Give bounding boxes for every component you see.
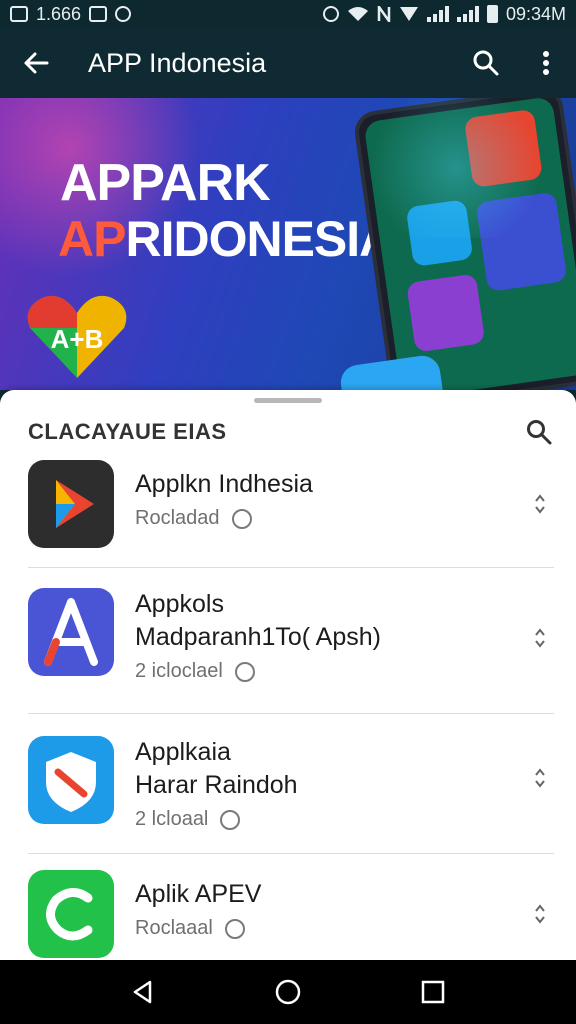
bottom-sheet: CLACAYAUE EIAS Applkn Indhesia Rocladad [0, 390, 576, 960]
status-icon [224, 918, 245, 939]
drag-handle[interactable] [254, 398, 322, 403]
item-more-button[interactable] [528, 626, 552, 650]
app-text: Applkn Indhesia Rocladad [135, 468, 313, 530]
item-more-button[interactable] [528, 766, 552, 790]
chevron-updown-icon [535, 494, 545, 514]
signal-icon [399, 7, 418, 21]
app-text: Aplik APEV Roclaaal [135, 878, 261, 940]
play-diamond-icon [28, 460, 114, 548]
navigation-bar [0, 960, 576, 1024]
app-text: Applkaia Harar Raindoh 2 lcloaal [135, 736, 298, 831]
app-meta: Roclaaal [135, 917, 261, 940]
search-button[interactable] [456, 28, 516, 98]
arrow-left-icon [24, 52, 49, 74]
status-right: 09:34M [322, 3, 566, 25]
item-more-button[interactable] [528, 902, 552, 926]
signal-icon [426, 6, 449, 22]
app-meta-label: Rocladad [135, 507, 220, 529]
status-bar: 1.666 09:34M [0, 0, 576, 28]
battery-icon [486, 5, 498, 23]
divider [28, 713, 554, 714]
status-icon [231, 508, 252, 529]
bubble-icon [115, 6, 132, 22]
wifi-icon [347, 7, 368, 21]
list-item[interactable]: Applkaia Harar Raindoh 2 lcloaal [0, 736, 576, 836]
hero-title-line2-prefix: AP [58, 211, 126, 267]
hero-title-line2-rest: RIDONESIA [125, 211, 395, 267]
list-item[interactable]: Aplik APEV Roclaaal [0, 870, 576, 960]
list-item[interactable]: Appkols Madparanh1To( Apsh) 2 icloclael [0, 588, 576, 688]
c-leaf-icon [28, 870, 114, 958]
app-name: Applkaia [135, 738, 231, 766]
app-name: Applkn Indhesia [135, 470, 313, 498]
alarm-icon [322, 6, 339, 22]
app-meta: 2 icloclael [135, 660, 381, 683]
status-left: 1.666 [10, 3, 132, 25]
nav-home-button[interactable] [258, 962, 318, 1022]
app-meta-label: 2 icloclael [135, 660, 223, 682]
app-meta: Rocladad [135, 507, 313, 530]
nav-home-icon [275, 979, 301, 1005]
nav-back-icon [133, 980, 151, 1004]
hero-banner[interactable]: APPARK APRIDONESIA A+B [0, 98, 576, 390]
sheet-header: CLACAYAUE EIAS [28, 412, 556, 452]
more-options-button[interactable] [516, 28, 576, 98]
hero-logo-text: A+B [51, 324, 104, 354]
status-left-text: 1.666 [36, 3, 82, 24]
sheet-search-button[interactable] [522, 415, 556, 449]
nav-back-button[interactable] [113, 962, 173, 1022]
hero-phone-illustration [352, 98, 576, 390]
search-icon [527, 420, 552, 445]
app-name-line2: Harar Raindoh [135, 771, 298, 799]
sheet-title: CLACAYAUE EIAS [28, 419, 227, 444]
photo-icon [10, 6, 28, 22]
list-item[interactable]: Applkn Indhesia Rocladad [0, 460, 576, 560]
nfc-icon [377, 6, 391, 22]
status-time: 09:34M [505, 3, 566, 24]
shield-icon [28, 736, 114, 824]
app-meta-label: 2 lcloaal [135, 808, 209, 830]
hero-title-line1: APPARK [60, 154, 271, 212]
back-button[interactable] [0, 28, 72, 98]
app-meta: 2 lcloaal [135, 808, 298, 831]
app-bar: APP Indonesia [0, 28, 576, 98]
status-icon [234, 661, 255, 682]
search-icon [473, 50, 499, 76]
divider [28, 567, 554, 568]
nav-recents-icon [422, 980, 445, 1004]
app-name: Appkols [135, 590, 224, 618]
nav-recents-button[interactable] [403, 962, 463, 1022]
item-more-button[interactable] [528, 492, 552, 516]
letter-a-icon [28, 588, 114, 676]
save-icon [89, 6, 108, 22]
more-vert-icon [543, 51, 549, 75]
app-name-line2: Madparanh1To( Apsh) [135, 623, 381, 651]
app-name: Aplik APEV [135, 880, 262, 908]
chevron-updown-icon [535, 628, 545, 648]
page-title: APP Indonesia [88, 47, 267, 78]
app-text: Appkols Madparanh1To( Apsh) 2 icloclael [135, 588, 381, 683]
chevron-updown-icon [535, 904, 545, 924]
chevron-updown-icon [535, 768, 545, 788]
hero-title-line2: APRIDONESIA [58, 210, 395, 268]
app-meta-label: Roclaaal [135, 917, 213, 939]
app-bar-actions [456, 28, 576, 98]
hero-logo-icon: A+B [27, 295, 127, 378]
signal-icon [456, 6, 479, 22]
divider [28, 853, 554, 854]
status-icon [220, 809, 241, 830]
